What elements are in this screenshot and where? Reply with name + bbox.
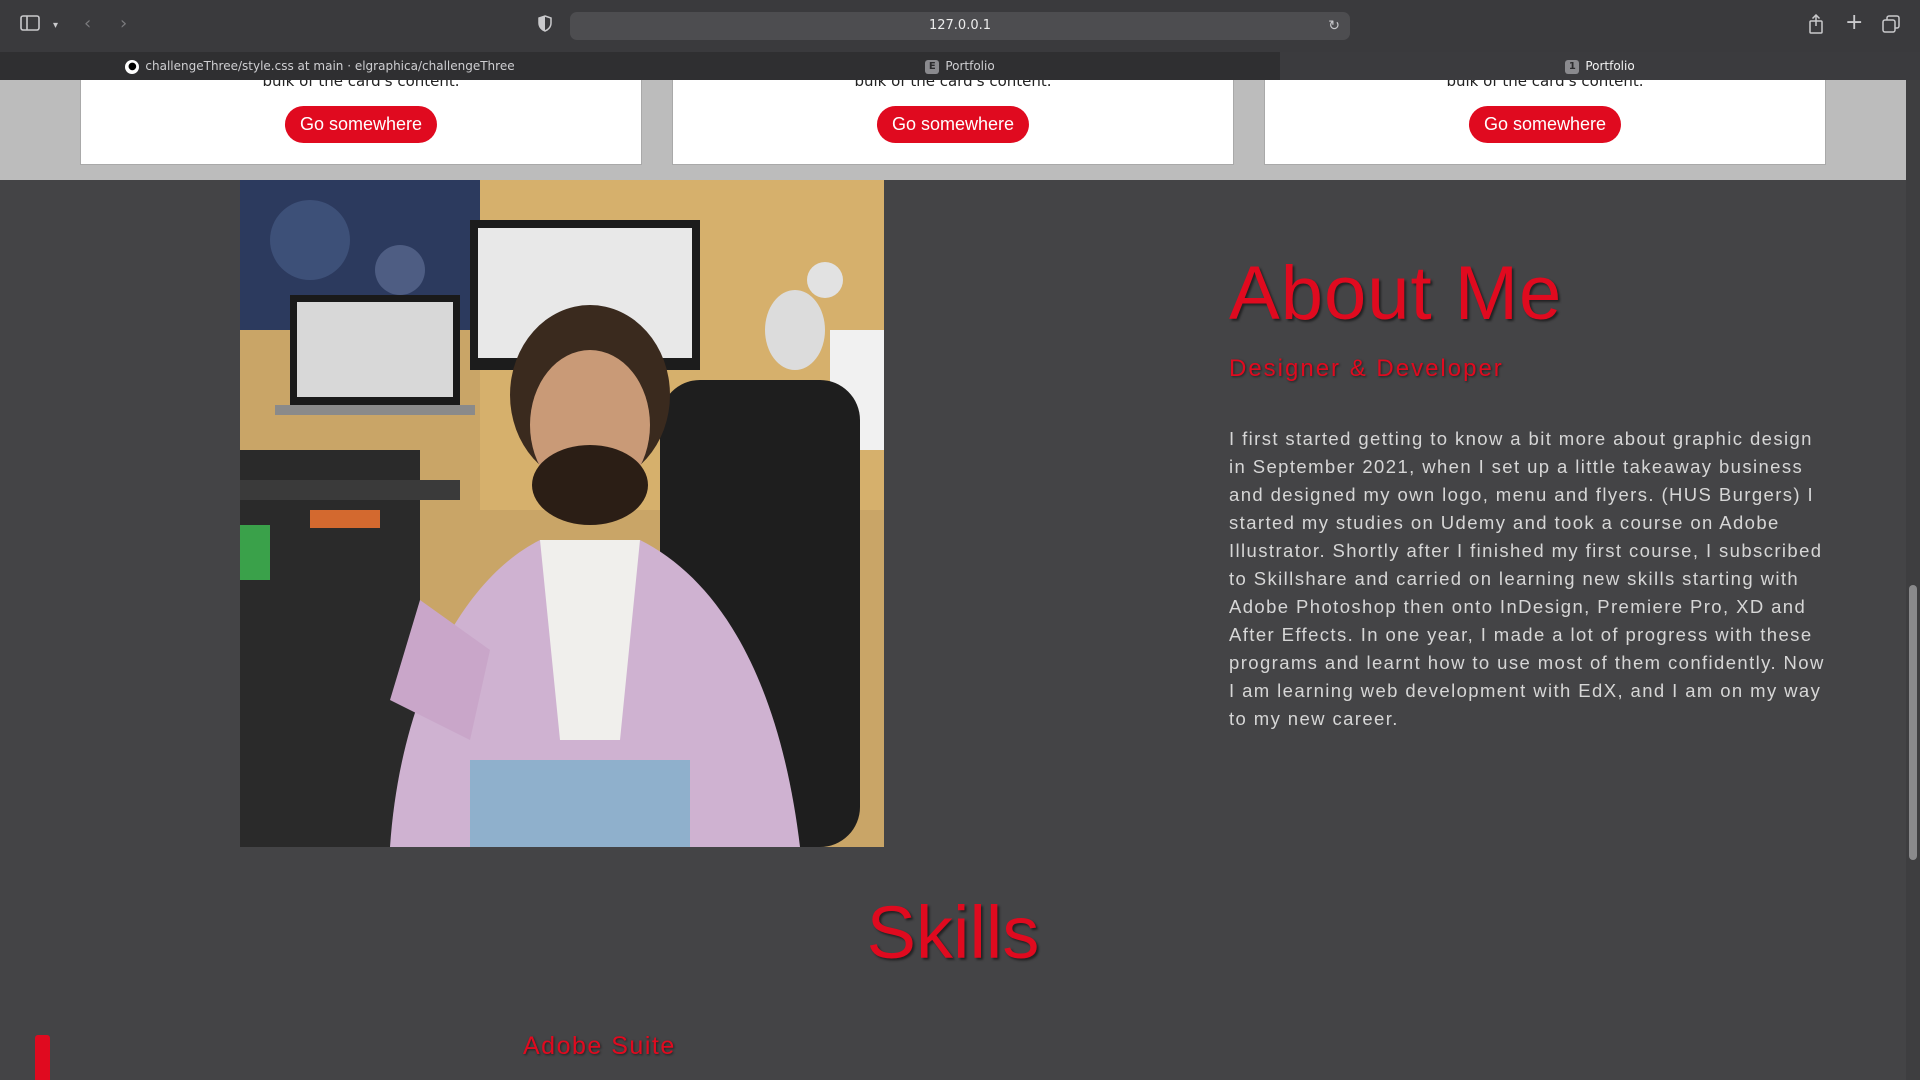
go-somewhere-button[interactable]: Go somewhere — [284, 106, 438, 143]
go-somewhere-button[interactable]: Go somewhere — [876, 106, 1030, 143]
card-text: bulk of the card's content. — [854, 80, 1052, 90]
about-body: I first started getting to know a bit mo… — [1229, 428, 1825, 729]
about-subtitle: Designer & Developer — [1229, 355, 1504, 382]
page-viewport: bulk of the card's content. Go somewhere… — [0, 80, 1906, 1080]
skill-progress-bar — [35, 1035, 50, 1080]
tab-favicon-1: 1 — [1565, 59, 1580, 74]
scrollbar-track[interactable] — [1906, 80, 1920, 1080]
tab-github[interactable]: ● challengeThree/style.css at main · elgr… — [0, 52, 641, 80]
reload-icon[interactable]: ↻ — [1328, 12, 1340, 40]
tab-label: Portfolio — [1585, 59, 1635, 73]
card-text: bulk of the card's content. — [1446, 80, 1644, 90]
tab-favicon-e: E — [925, 59, 940, 74]
address-bar[interactable]: 127.0.0.1 ↻ — [570, 12, 1350, 40]
forward-arrow-icon[interactable]: › — [120, 14, 127, 34]
share-icon[interactable] — [1808, 13, 1824, 39]
address-text: 127.0.0.1 — [928, 18, 992, 33]
shield-icon[interactable] — [538, 15, 552, 37]
tab-portfolio-active[interactable]: 1 Portfolio — [1280, 52, 1920, 80]
portrait-photo — [240, 180, 884, 847]
browser-toolbar: ▾ ‹ › 127.0.0.1 ↻ + — [0, 0, 1920, 53]
card: bulk of the card's content. Go somewhere — [672, 80, 1234, 165]
github-icon: ● — [125, 59, 140, 74]
skills-title: Skills — [866, 891, 1040, 974]
tab-overview-icon[interactable] — [1882, 15, 1900, 38]
tab-label: challengeThree/style.css at main · elgra… — [145, 59, 515, 73]
new-tab-icon[interactable]: + — [1845, 12, 1863, 34]
back-arrow-icon[interactable]: ‹ — [84, 14, 91, 34]
sidebar-toggle-icon[interactable] — [20, 15, 40, 36]
skill-label-adobe-suite: Adobe Suite — [523, 1032, 676, 1060]
scrollbar-thumb[interactable] — [1909, 585, 1917, 860]
card: bulk of the card's content. Go somewhere — [80, 80, 642, 165]
tab-bar: ● challengeThree/style.css at main · elgr… — [0, 52, 1920, 80]
chevron-down-icon[interactable]: ▾ — [53, 16, 58, 36]
tab-label: Portfolio — [945, 59, 995, 73]
card-text: bulk of the card's content. — [262, 80, 460, 90]
card: bulk of the card's content. Go somewhere — [1264, 80, 1826, 165]
tab-portfolio-e[interactable]: E Portfolio — [640, 52, 1281, 80]
cards-section: bulk of the card's content. Go somewhere… — [0, 80, 1906, 180]
go-somewhere-button[interactable]: Go somewhere — [1468, 106, 1622, 143]
about-title: About Me — [1229, 251, 1563, 336]
